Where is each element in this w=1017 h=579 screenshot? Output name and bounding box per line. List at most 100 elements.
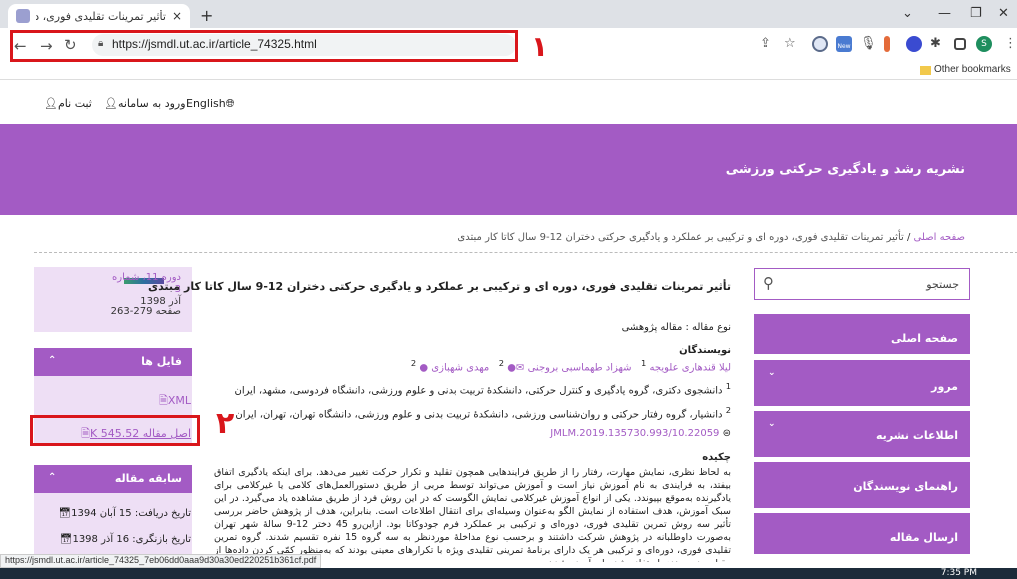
abstract-text: به لحاظ نظری، نمایش مهارت، رفتار را از ط… <box>214 467 731 562</box>
login-label: ورود به سامانه <box>117 97 186 110</box>
taskbar <box>0 568 1017 579</box>
bookmarks-bar <box>0 62 1017 80</box>
bookmark-star-icon[interactable]: ☆ <box>784 36 796 51</box>
taskbar-clock: 7:35 PM <box>940 568 977 578</box>
article-type: نوع مقاله : مقاله پژوهشی <box>621 322 731 333</box>
history-heading: سابقه مقاله <box>114 472 182 485</box>
abstract-heading: چکیده <box>702 452 731 463</box>
other-bookmarks[interactable]: Other bookmarks <box>934 64 1011 75</box>
share-icon[interactable]: ⇪ <box>760 36 771 51</box>
user-icon: 👤︎ <box>104 97 118 110</box>
sidebar-item-home[interactable]: صفحه اصلی <box>754 314 970 354</box>
sidebar-item-label: راهنمای نویسندگان <box>853 480 958 493</box>
revised-label: تاریخ بازنگری: 16 آذر 1398 <box>72 534 191 545</box>
sidebar-item-submit[interactable]: ارسال مقاله <box>754 513 970 554</box>
revised-date: تاریخ بازنگری: 16 آذر 1398📅︎ <box>60 534 191 545</box>
site-favicon-icon <box>16 9 30 23</box>
doi-icon: ⊜ <box>722 428 731 439</box>
files-panel-header[interactable]: ⌃ فایل ها <box>34 348 192 376</box>
user-plus-icon: 👤︎ <box>44 97 58 110</box>
extension-icon[interactable] <box>812 36 828 52</box>
author-affiliation-sup: 2 <box>498 358 505 368</box>
sidebar-item-label: مرور <box>931 380 958 393</box>
calendar-icon: 📅︎ <box>59 534 73 545</box>
history-panel-header[interactable]: ⌃ سابقه مقاله <box>34 465 192 493</box>
register-link[interactable]: 👤︎ثبت نام <box>44 97 92 110</box>
annotation-number-1: ١ <box>531 30 549 63</box>
author-link[interactable]: شهزاد طهماسبی بروجنی <box>528 362 632 373</box>
doi-link[interactable]: 10.22059/JMLM.2019.135730.993 <box>550 428 719 439</box>
chevron-up-icon: ⌃ <box>48 355 57 366</box>
sidebar-item-label: ارسال مقاله <box>889 531 958 544</box>
search-icon[interactable]: ⚲ <box>763 274 774 292</box>
affiliation-text: دانشجوی دکتری، گروه یادگیری و کنترل حرکت… <box>234 385 723 397</box>
globe-icon: 🌐︎ <box>225 97 235 110</box>
annotation-number-2: ٢ <box>216 406 235 441</box>
sidebar-item-journal-info[interactable]: ⌄ اطلاعات نشریه <box>754 411 970 457</box>
affiliation-sup: 2 <box>725 405 731 415</box>
register-label: ثبت نام <box>57 97 92 110</box>
affiliation-text: دانشیار، گروه رفتار حرکتی و روان‌شناسی و… <box>235 409 723 421</box>
authors-list: لیلا قندهاری علویجه 1 شهزاد طهماسبی بروج… <box>411 358 731 373</box>
orcid-icon[interactable]: ● <box>419 362 428 373</box>
browser-tab[interactable]: تأثیر تمرینات تقلیدی فوری، دوره ای × <box>8 4 190 28</box>
calendar-icon: 📅︎ <box>58 508 72 519</box>
restore-icon[interactable]: ❐ <box>970 6 982 21</box>
new-badge: New <box>837 43 851 50</box>
doi-line[interactable]: ⊜ 10.22059/JMLM.2019.135730.993 <box>550 428 731 439</box>
author-affiliation-sup: 1 <box>641 358 647 368</box>
author-affiliation-sup: 2 <box>410 358 417 368</box>
chevron-down-icon: ⌄ <box>768 368 776 378</box>
side-panel-icon[interactable] <box>954 38 966 50</box>
files-heading: فایل ها <box>141 355 182 368</box>
sidebar-item-browse[interactable]: ⌄ مرور <box>754 360 970 406</box>
language-link[interactable]: English🌐︎ <box>186 97 235 111</box>
sidebar-item-label: اطلاعات نشریه <box>876 429 958 442</box>
close-tab-icon[interactable]: × <box>172 9 182 23</box>
new-tab-button[interactable]: + <box>200 6 213 25</box>
authors-heading: نویسندگان <box>679 345 731 356</box>
orcid-icon[interactable]: ● <box>507 362 516 373</box>
search-box[interactable]: جستجو ⚲ <box>754 268 970 300</box>
chevron-up-icon: ⌃ <box>48 472 57 483</box>
language-label: English <box>186 97 226 110</box>
affiliation-1: 1 دانشجوی دکتری، گروه یادگیری و کنترل حر… <box>235 381 732 396</box>
email-icon[interactable]: ✉ <box>516 362 524 373</box>
sidebar-item-author-guide[interactable]: راهنمای نویسندگان <box>754 462 970 508</box>
close-window-icon[interactable]: ✕ <box>998 6 1009 21</box>
breadcrumb: صفحه اصلی / تأثیر تمرینات تقلیدی فوری، د… <box>457 232 965 243</box>
article-title: تأثیر تمرینات تقلیدی فوری، دوره ای و ترک… <box>147 280 731 293</box>
affiliation-sup: 1 <box>725 381 731 391</box>
new-extension-icon[interactable]: New <box>836 36 852 52</box>
folder-icon <box>920 66 931 75</box>
received-date: تاریخ دریافت: 15 آبان 1394📅︎ <box>58 508 191 519</box>
extensions-puzzle-icon[interactable]: ✱ <box>930 36 946 52</box>
status-bar-url: https://jsmdl.ut.ac.ir/article_74325_7eb… <box>0 554 322 568</box>
journal-title[interactable]: نشریه رشد و یادگیری حرکتی ورزشی <box>726 162 965 177</box>
xml-label: XML <box>167 394 191 407</box>
author-link[interactable]: مهدی شهبازی <box>431 362 489 373</box>
affiliation-2: 2 دانشیار، گروه رفتار حرکتی و روان‌شناسی… <box>235 405 731 420</box>
profile-initial: S <box>981 39 987 49</box>
divider <box>34 252 1017 253</box>
extension-blue-icon[interactable] <box>906 36 922 52</box>
received-label: تاریخ دریافت: 15 آبان 1394 <box>71 508 191 519</box>
author-link[interactable]: لیلا قندهاری علویجه <box>650 362 731 373</box>
sidebar-item-label: صفحه اصلی <box>891 332 958 345</box>
xml-link[interactable]: XML🗎︎ <box>159 392 191 411</box>
breadcrumb-home[interactable]: صفحه اصلی <box>914 232 965 243</box>
login-link[interactable]: 👤︎ورود به سامانه <box>104 97 186 110</box>
breadcrumb-current: تأثیر تمرینات تقلیدی فوری، دوره ای و ترک… <box>457 232 904 243</box>
issue-pages: صفحه 279-263 <box>110 306 181 317</box>
search-input[interactable]: جستجو <box>926 278 959 291</box>
file-icon: 🗎︎ <box>158 394 168 407</box>
profile-avatar[interactable]: S <box>976 36 992 52</box>
tab-search-icon[interactable]: ⌄ <box>902 6 913 21</box>
mic-icon[interactable]: 🎙︎ <box>860 36 877 52</box>
chevron-down-icon: ⌄ <box>768 419 776 429</box>
extension-orange-icon[interactable] <box>884 36 890 52</box>
minimize-icon[interactable]: — <box>938 6 951 21</box>
breadcrumb-separator: / <box>903 232 911 243</box>
annotation-box-pdf <box>30 415 200 446</box>
menu-kebab-icon[interactable]: ⋮ <box>1004 36 1017 51</box>
